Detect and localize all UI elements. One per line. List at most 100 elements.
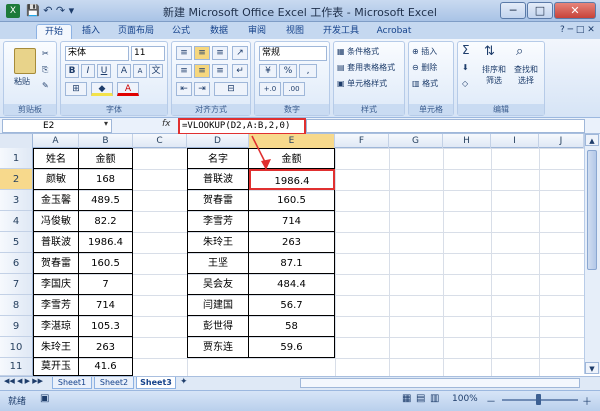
row-header-3[interactable]: 3 [0, 190, 33, 211]
delete-cells-button[interactable]: ⊖ 删除 [412, 62, 437, 73]
cell-d6[interactable]: 王坚 [187, 253, 249, 274]
cell-a9[interactable]: 李湛琼 [33, 316, 79, 337]
clear-icon[interactable]: ◇ [462, 78, 468, 89]
find-select-button[interactable]: 查找和 选择 [514, 64, 538, 86]
cell-b5[interactable]: 1986.4 [79, 232, 133, 253]
column-header-g[interactable]: G [389, 134, 443, 148]
cell-a3[interactable]: 金玉馨 [33, 190, 79, 211]
cell-b1[interactable]: 金额 [79, 148, 133, 169]
cell-e8[interactable]: 56.7 [249, 295, 335, 316]
number-format-select[interactable]: 常规 [259, 46, 327, 61]
align-middle-icon[interactable]: ≡ [194, 46, 210, 60]
cell-e6[interactable]: 87.1 [249, 253, 335, 274]
column-header-j[interactable]: J [539, 134, 584, 148]
sheet-tab-3-active[interactable]: Sheet3 [136, 377, 176, 389]
cell-d8[interactable]: 闫建国 [187, 295, 249, 316]
align-top-icon[interactable]: ≡ [176, 46, 192, 60]
cell-d4[interactable]: 李雪芳 [187, 211, 249, 232]
row-header-8[interactable]: 8 [0, 295, 33, 316]
cell-d10[interactable]: 贾东连 [187, 337, 249, 358]
column-header-f[interactable]: F [335, 134, 389, 148]
horizontal-scrollbar[interactable] [300, 378, 580, 388]
zoom-level[interactable]: 100% [452, 394, 478, 404]
name-box-dropdown-icon[interactable]: ▾ [104, 119, 108, 128]
decrease-indent-icon[interactable]: ⇤ [176, 82, 192, 96]
tab-home[interactable]: 开始 [36, 24, 72, 39]
font-name-select[interactable]: 宋体 [65, 46, 129, 61]
zoom-slider-thumb[interactable] [536, 394, 541, 405]
underline-button[interactable]: U [97, 64, 111, 78]
tab-acrobat[interactable]: Acrobat [372, 24, 416, 39]
help-icon[interactable]: ? ─ □ ✕ [560, 25, 595, 35]
cell-b2[interactable]: 168 [79, 169, 133, 190]
tab-review[interactable]: 审阅 [242, 24, 272, 39]
row-header-7[interactable]: 7 [0, 274, 33, 295]
copy-icon[interactable]: ⎘ [42, 64, 48, 75]
cut-icon[interactable]: ✂ [42, 48, 49, 59]
cell-e7[interactable]: 484.4 [249, 274, 335, 295]
tab-view[interactable]: 视图 [280, 24, 310, 39]
orientation-icon[interactable]: ↗ [232, 46, 248, 60]
view-normal-icon[interactable]: ▦ [402, 393, 411, 404]
align-right-icon[interactable]: ≡ [212, 64, 228, 78]
cell-a5[interactable]: 普联波 [33, 232, 79, 253]
row-header-11[interactable]: 11 [0, 358, 33, 376]
bold-button[interactable]: B [65, 64, 79, 78]
grow-font-button[interactable]: A [117, 64, 131, 78]
increase-decimal-icon[interactable]: +.0 [259, 82, 281, 96]
paste-icon[interactable] [14, 48, 36, 74]
row-header-2[interactable]: 2 [0, 169, 33, 190]
cell-e3[interactable]: 160.5 [249, 190, 335, 211]
font-color-button[interactable]: A [117, 82, 139, 96]
currency-icon[interactable]: ¥ [259, 64, 277, 78]
cell-a2[interactable]: 颜敏 [33, 169, 79, 190]
scroll-thumb[interactable] [587, 150, 597, 270]
sheet-tab-1[interactable]: Sheet1 [52, 377, 92, 389]
cell-b4[interactable]: 82.2 [79, 211, 133, 232]
select-all-button[interactable] [0, 134, 33, 148]
cell-e9[interactable]: 58 [249, 316, 335, 337]
font-size-select[interactable]: 11 [131, 46, 165, 61]
row-header-10[interactable]: 10 [0, 337, 33, 358]
sheet-nav-icon[interactable]: ◀◀ ◀ ▶ ▶▶ [4, 377, 43, 385]
tab-developer[interactable]: 开发工具 [318, 24, 364, 39]
tab-data[interactable]: 数据 [204, 24, 234, 39]
cell-a4[interactable]: 冯俊敏 [33, 211, 79, 232]
cell-a11[interactable]: 莫开玉 [33, 358, 79, 376]
maximize-button[interactable]: □ [527, 2, 553, 19]
increase-indent-icon[interactable]: ⇥ [194, 82, 210, 96]
conditional-format-button[interactable]: ▦ 条件格式 [337, 46, 379, 57]
italic-button[interactable]: I [81, 64, 95, 78]
cell-a7[interactable]: 李国庆 [33, 274, 79, 295]
percent-button[interactable]: % [279, 64, 297, 78]
wrap-text-icon[interactable]: ↵ [232, 64, 248, 78]
cell-b8[interactable]: 714 [79, 295, 133, 316]
autosum-button[interactable]: Σ [462, 44, 470, 56]
cell-e4[interactable]: 714 [249, 211, 335, 232]
close-button[interactable]: ✕ [554, 2, 596, 19]
cell-a10[interactable]: 朱玲王 [33, 337, 79, 358]
tab-insert[interactable]: 插入 [76, 24, 106, 39]
view-page-layout-icon[interactable]: ▤ [416, 393, 425, 404]
shrink-font-button[interactable]: A [133, 64, 147, 78]
merge-center-icon[interactable]: ⊟ [214, 82, 248, 96]
sort-filter-icon[interactable]: ⇅ [484, 45, 495, 58]
cell-e5[interactable]: 263 [249, 232, 335, 253]
insert-cells-button[interactable]: ⊕ 插入 [412, 46, 437, 57]
insert-sheet-icon[interactable]: ✦ [180, 377, 188, 387]
scroll-down-icon[interactable]: ▼ [585, 362, 599, 374]
cell-d3[interactable]: 贺春雷 [187, 190, 249, 211]
format-as-table-button[interactable]: ▤ 套用表格格式 [337, 62, 395, 73]
cell-b7[interactable]: 7 [79, 274, 133, 295]
cell-a6[interactable]: 贺春雷 [33, 253, 79, 274]
borders-icon[interactable]: ⊞ [65, 82, 87, 96]
row-header-1[interactable]: 1 [0, 148, 33, 169]
cell-b9[interactable]: 105.3 [79, 316, 133, 337]
fill-color-icon[interactable]: ◆ [91, 82, 113, 96]
view-page-break-icon[interactable]: ▥ [430, 393, 439, 404]
phonetic-button[interactable]: 文 [149, 64, 163, 78]
formula-input-extension[interactable] [306, 119, 585, 133]
insert-function-button[interactable]: fx [162, 119, 171, 129]
align-left-icon[interactable]: ≡ [176, 64, 192, 78]
sheet-tab-2[interactable]: Sheet2 [94, 377, 134, 389]
